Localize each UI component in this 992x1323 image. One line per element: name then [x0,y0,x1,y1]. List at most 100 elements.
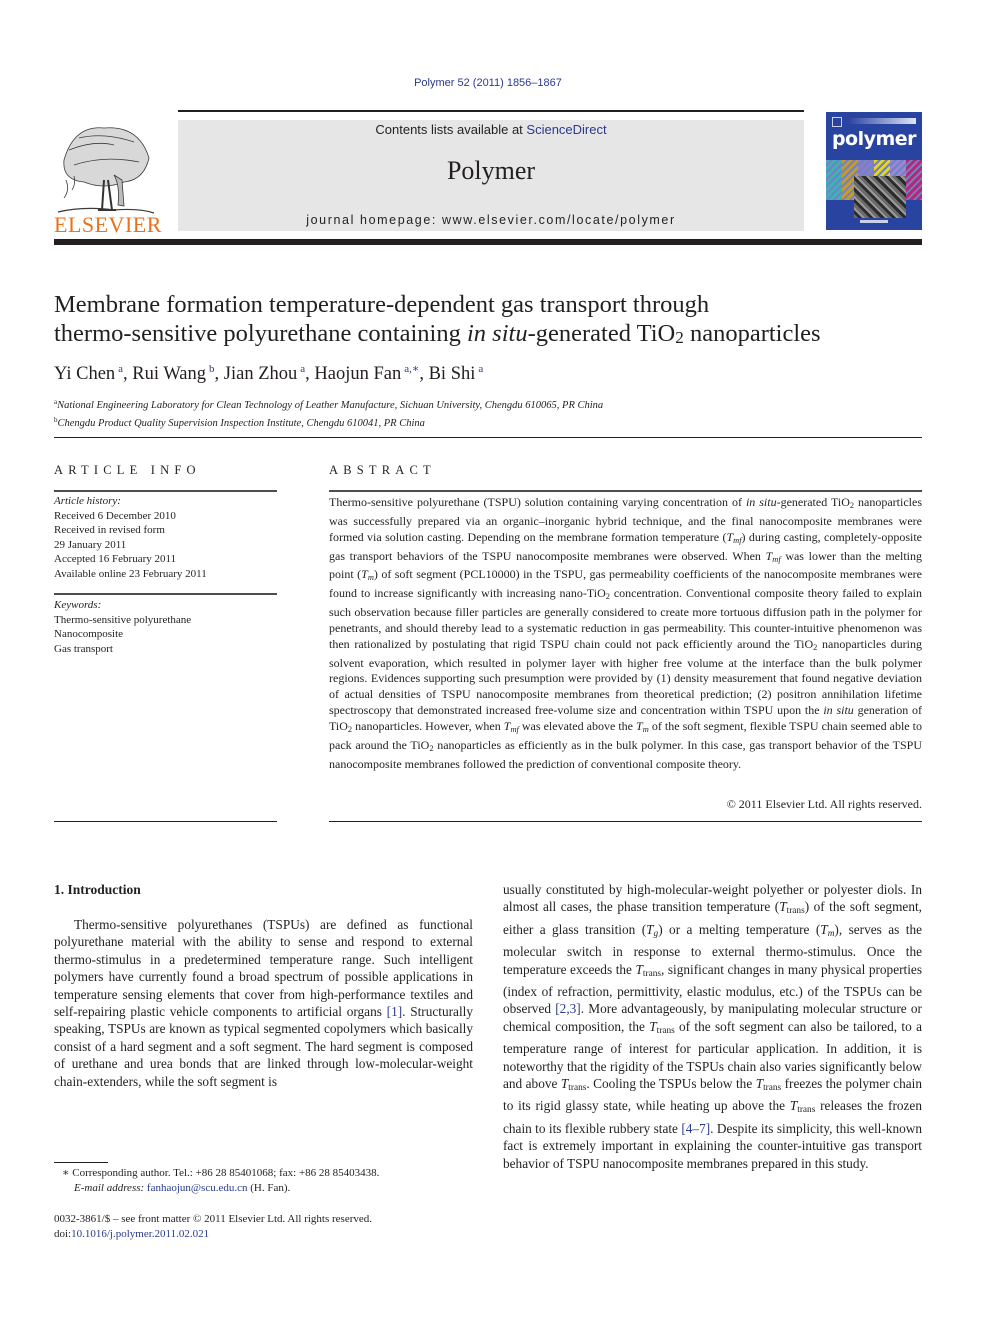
reference-link[interactable]: [2,3] [555,1001,580,1016]
author[interactable]: Yi Chen a [54,363,123,384]
header-rule [178,110,804,112]
subscript: trans [656,1025,675,1036]
affiliations: aNational Engineering Laboratory for Cle… [54,395,603,431]
intro-right-column: usually constituted by high-molecular-we… [503,882,923,1171]
article-info-rule [54,490,277,492]
contents-prefix: Contents lists available at [375,122,527,137]
title-text: -generated TiO [527,320,676,347]
affiliation-text: Chengdu Product Quality Supervision Insp… [57,418,425,429]
article-info-end-rule [54,821,277,822]
italic-term: T [646,921,654,937]
intro-left-column: Thermo-sensitive polyurethanes (TSPUs) a… [54,917,473,1089]
abstract-rule [329,490,922,492]
cover-gradient-bar [848,118,916,124]
elsevier-logo-text[interactable]: ELSEVIER [54,212,162,238]
subscript: 2 [605,592,610,602]
subscript: 2 [347,724,353,734]
email-suffix: (H. Fan). [247,1182,291,1194]
history-item: Accepted 16 February 2011 [54,553,177,565]
corresponding-author-footnote: ∗ Corresponding author. Tel.: +86 28 854… [62,1166,379,1196]
footnote-email: E-mail address: fanhaojun@scu.edu.cn (H.… [62,1181,379,1196]
cover-micrograph [854,176,906,218]
abstract-heading: ABSTRACT [329,463,436,477]
reference-link[interactable]: [4–7] [681,1121,710,1136]
italic-term: in situ [745,495,777,509]
affiliation-mark[interactable]: a [300,363,305,375]
keywords-label: Keywords: [54,599,102,611]
author-name: Rui Wang [132,364,207,384]
title-italic: in situ [466,320,528,347]
italic-term: T [361,567,368,582]
author[interactable]: Jian Zhou a [223,363,305,384]
author-name: Bi Shi [428,364,476,384]
doi-link[interactable]: 10.1016/j.polymer.2011.02.021 [71,1228,209,1240]
author-name: Haojun Fan [314,364,402,384]
author-name: Jian Zhou [223,364,298,384]
italic-term: T [820,921,828,937]
keywords: Keywords: Thermo-sensitive polyurethane … [54,598,191,656]
abstract-end-rule [329,821,922,822]
front-matter: 0032-3861/$ – see front matter © 2011 El… [54,1212,372,1242]
keywords-rule [54,593,277,595]
footnote-corresponding: ∗ Corresponding author. Tel.: +86 28 854… [62,1167,380,1179]
affiliation-text: National Engineering Laboratory for Clea… [57,400,604,411]
title-rule [54,437,922,438]
subscript: m [827,928,835,939]
subscript: g [653,928,659,939]
article-title: Membrane formation temperature-dependent… [54,290,934,352]
author-list: Yi Chen a, Rui Wang b, Jian Zhou a, Haojun … [54,363,484,384]
subscript: 2 [849,501,855,510]
subscript: m [367,573,374,583]
subscript: m [642,724,649,734]
subscript: mf [733,535,742,545]
article-history: Article history: Received 6 December 201… [54,494,207,581]
subscript: 2 [813,642,818,652]
title-line-1: Membrane formation temperature-dependent… [54,291,710,318]
subscript: mf [772,554,781,564]
journal-homepage-link[interactable]: journal homepage: www.elsevier.com/locat… [178,213,804,227]
email-link[interactable]: fanhaojun@scu.edu.cn [147,1182,248,1194]
affiliation-mark[interactable]: b [209,363,215,375]
cover-elsevier-icon [832,117,842,127]
abstract-copyright: © 2011 Elsevier Ltd. All rights reserved… [726,797,922,811]
doi-prefix: doi: [54,1228,72,1240]
italic-term: T [635,961,643,977]
email-label: E-mail address: [74,1182,145,1194]
title-text: thermo-sensitive polyurethane containing [54,320,467,347]
subscript: mf [510,724,519,734]
italic-term: in situ [823,703,854,718]
author-name: Yi Chen [54,364,116,384]
author[interactable]: Haojun Fan a,∗ [314,363,419,384]
history-label: Article history: [54,495,121,507]
corresponding-text: Corresponding author. Tel.: +86 28 85401… [72,1167,380,1179]
title-subscript: 2 [675,328,684,347]
header-thick-rule [54,239,922,245]
history-item: Received in revised form [54,524,165,536]
title-line-2: thermo-sensitive polyurethane containing… [54,319,934,352]
subscript: trans [568,1083,587,1094]
contents-line: Contents lists available at ScienceDirec… [178,122,804,137]
article-info-heading: ARTICLE INFO [54,463,201,477]
journal-cover-image[interactable]: polymer [826,112,922,230]
italic-term: T [779,899,787,915]
affiliation-mark[interactable]: a [478,363,483,375]
italic-term: T [755,1076,764,1092]
keyword: Gas transport [54,642,113,655]
reference-link[interactable]: [1] [387,1004,403,1019]
cover-footer-logo [860,220,888,223]
author[interactable]: Rui Wang b [132,363,215,384]
author[interactable]: Bi Shi a [428,363,484,384]
sciencedirect-link[interactable]: ScienceDirect [526,122,606,137]
affiliation-mark[interactable]: a [118,363,123,375]
front-matter-text: 0032-3861/$ – see front matter © 2011 El… [54,1213,373,1225]
subscript: 2 [429,743,434,753]
subscript: trans [642,968,661,979]
journal-name: Polymer [446,156,536,185]
affiliation: bChengdu Product Quality Supervision Ins… [54,413,603,431]
subscript: trans [797,1105,816,1116]
keyword: Nanocomposite [54,628,124,640]
journal-citation[interactable]: Polymer 52 (2011) 1856–1867 [0,77,976,89]
cover-tile [906,160,922,200]
affiliation-mark[interactable]: a,∗ [404,363,419,375]
doi-line: doi:10.1016/j.polymer.2011.02.021 [54,1227,372,1242]
